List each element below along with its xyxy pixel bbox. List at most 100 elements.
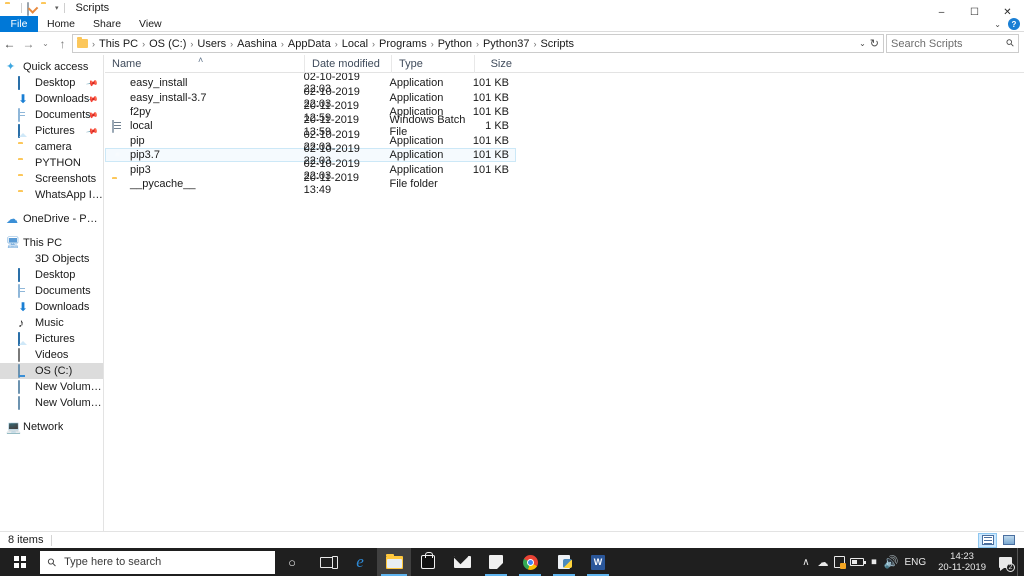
column-header-size[interactable]: Size (474, 54, 519, 73)
python-app-icon (112, 105, 125, 118)
sidebar-item-pc-downloads[interactable]: ⬇ Downloads (0, 299, 103, 315)
column-header-date-modified[interactable]: Date modified (304, 54, 391, 73)
word-button[interactable]: W (581, 548, 615, 576)
sidebar-item-videos[interactable]: Videos (0, 347, 103, 363)
file-size-cell: 101 KB (472, 163, 509, 176)
sidebar-label: New Volume (F:) (35, 397, 103, 409)
sidebar-item-pc-desktop[interactable]: Desktop (0, 267, 103, 283)
edge-button[interactable]: e (343, 548, 377, 576)
sidebar-item-quick-access[interactable]: ✦ Quick access (0, 59, 103, 75)
sidebar-item-screenshots[interactable]: Screenshots (0, 171, 103, 187)
properties-icon[interactable] (27, 1, 38, 16)
address-dropdown-icon[interactable]: ⌄ (859, 39, 866, 48)
cortana-button[interactable]: ○ (275, 548, 309, 576)
breadcrumb-programs[interactable]: Programs (376, 37, 430, 51)
sidebar-item-os-c[interactable]: OS (C:) (0, 363, 103, 379)
customize-caret-icon[interactable]: ▾ (55, 5, 59, 12)
column-header-name[interactable]: Name ˄ (105, 55, 304, 73)
breadcrumb-python[interactable]: Python (435, 37, 475, 51)
breadcrumb-this-pc[interactable]: This PC (96, 37, 141, 51)
sidebar-item-this-pc[interactable]: 🖥 This PC (0, 235, 103, 251)
new-folder-icon[interactable] (41, 3, 52, 14)
sidebar-item-3d-objects[interactable]: 3D Objects (0, 251, 103, 267)
table-row[interactable]: __pycache__ 20-11-2019 13:49 File folder (105, 172, 516, 196)
ribbon-collapse-icon[interactable]: ⌄ (994, 20, 1001, 29)
file-list-pane[interactable]: Name ˄ Date modified Type Size easy_inst… (105, 54, 1024, 531)
breadcrumb-python37[interactable]: Python37 (480, 37, 532, 51)
sidebar-item-documents[interactable]: Documents 📌 (0, 107, 103, 123)
breadcrumb-os-c[interactable]: OS (C:) (146, 37, 189, 51)
language-indicator[interactable]: ENG (899, 548, 931, 576)
show-desktop-button[interactable] (1017, 548, 1022, 576)
tab-view[interactable]: View (130, 16, 171, 32)
wifi-icon[interactable]: ⏹ (865, 548, 882, 576)
sidebar-item-network[interactable]: 💻 Network (0, 419, 103, 435)
address-path-box[interactable]: › This PC › OS (C:) › Users › Aashina › … (72, 34, 884, 53)
file-type-cell: Application (389, 134, 444, 147)
pc-icon: 🖥 (6, 236, 20, 249)
sticky-notes-button[interactable] (479, 548, 513, 576)
breadcrumb-local[interactable]: Local (339, 37, 371, 51)
python-idle-button[interactable] (547, 548, 581, 576)
sidebar-item-new-volume-f[interactable]: New Volume (F:) (0, 395, 103, 411)
sidebar-label: Downloads (35, 301, 90, 313)
microsoft-store-button[interactable] (411, 548, 445, 576)
onedrive-tray-icon[interactable]: ☁ (814, 548, 831, 576)
sidebar-item-camera[interactable]: camera (0, 139, 103, 155)
sort-ascending-icon: ˄ (198, 54, 204, 65)
tab-file[interactable]: File (0, 16, 38, 32)
pin-icon[interactable]: 📌 (85, 76, 98, 89)
sidebar-item-desktop[interactable]: Desktop 📌 (0, 75, 103, 91)
refresh-icon[interactable]: ↻ (870, 37, 879, 50)
tab-share[interactable]: Share (84, 16, 130, 32)
details-view-button[interactable] (978, 532, 997, 548)
sidebar-item-pc-documents[interactable]: Documents (0, 283, 103, 299)
recent-locations-button[interactable]: ⌄ (38, 33, 53, 54)
help-icon[interactable]: ? (1008, 18, 1020, 30)
show-hidden-icons-chevron[interactable]: ∧ (797, 548, 814, 576)
sidebar-item-whatsapp-images[interactable]: WhatsApp Images (0, 187, 103, 203)
volume-icon[interactable]: 🔊 (882, 548, 899, 576)
python-app-icon (112, 149, 125, 162)
sidebar-item-downloads[interactable]: ⬇ Downloads 📌 (0, 91, 103, 107)
breadcrumb-aashina[interactable]: Aashina (234, 37, 280, 51)
mail-button[interactable] (445, 548, 479, 576)
pin-icon[interactable]: 📌 (85, 124, 98, 137)
taskbar-search-input[interactable]: Type here to search (64, 556, 161, 568)
windows-logo-icon (14, 556, 26, 568)
back-button[interactable]: ← (0, 33, 19, 54)
start-button[interactable] (0, 548, 40, 576)
security-icon[interactable] (831, 548, 848, 576)
battery-icon[interactable] (848, 548, 866, 576)
sidebar-item-pictures[interactable]: Pictures 📌 (0, 123, 103, 139)
column-header-type[interactable]: Type (391, 54, 474, 73)
sidebar-item-pc-pictures[interactable]: Pictures (0, 331, 103, 347)
sidebar-label: Music (35, 317, 64, 329)
videos-icon (18, 347, 31, 362)
forward-button[interactable]: → (19, 33, 38, 54)
file-explorer-button[interactable] (377, 548, 411, 576)
large-icons-view-button[interactable] (999, 533, 1018, 548)
file-name: local (130, 120, 153, 133)
breadcrumb-appdata[interactable]: AppData (285, 37, 334, 51)
folder-icon (18, 157, 31, 170)
breadcrumb-users[interactable]: Users (194, 37, 229, 51)
sidebar-item-python[interactable]: PYTHON (0, 155, 103, 171)
search-box[interactable]: Search Scripts ⚲ (886, 34, 1019, 53)
sidebar-label: 3D Objects (35, 253, 90, 265)
navigation-pane[interactable]: ✦ Quick access Desktop 📌 ⬇ Downloads 📌 D… (0, 55, 104, 531)
clock[interactable]: 14:23 20-11-2019 (931, 548, 993, 576)
tab-home[interactable]: Home (38, 16, 84, 32)
sidebar-item-new-volume-e[interactable]: New Volume (E:) (0, 379, 103, 395)
taskbar-search-box[interactable]: ⚲ Type here to search (40, 550, 275, 574)
folder-icon[interactable] (5, 3, 16, 14)
sidebar-item-music[interactable]: ♪ Music (0, 315, 103, 331)
folder-icon (112, 177, 125, 190)
chrome-button[interactable] (513, 548, 547, 576)
up-button[interactable]: ↑ (53, 33, 72, 54)
action-center-button[interactable]: 2 (993, 548, 1017, 576)
breadcrumb-scripts[interactable]: Scripts (537, 37, 577, 51)
task-view-button[interactable] (309, 548, 343, 576)
sidebar-item-onedrive[interactable]: ☁ OneDrive - Personal (0, 211, 103, 227)
search-input[interactable]: Search Scripts (891, 38, 1007, 50)
